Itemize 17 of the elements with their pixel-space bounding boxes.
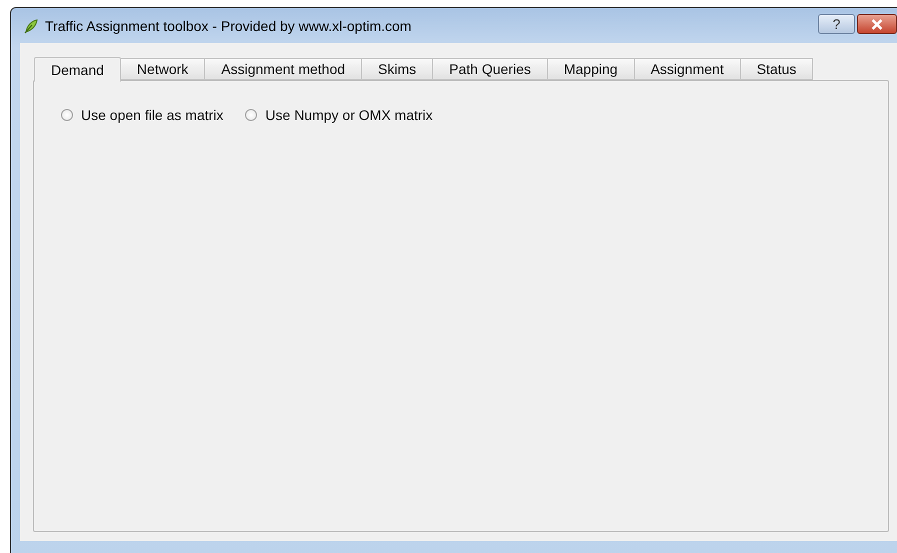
radio-button[interactable]	[61, 109, 73, 121]
tab[interactable]: Demand	[34, 57, 121, 82]
tab[interactable]: Path Queries	[433, 58, 548, 80]
radio-option[interactable]: Use Numpy or OMX matrix	[245, 107, 433, 123]
tab[interactable]: Network	[120, 58, 206, 80]
help-button[interactable]: ?	[818, 14, 855, 34]
tab[interactable]: Assignment method	[205, 58, 362, 80]
close-icon	[870, 18, 884, 30]
window-title: Traffic Assignment toolbox - Provided by www.xl-optim.com	[45, 18, 412, 34]
tab[interactable]: Mapping	[548, 58, 635, 80]
tab[interactable]: Skims	[362, 58, 434, 80]
tab[interactable]: Assignment	[634, 58, 741, 80]
radio-button[interactable]	[245, 109, 258, 121]
radio-option[interactable]: Use open file as matrix	[61, 107, 224, 123]
leaf-icon	[23, 18, 39, 34]
tab[interactable]: Status	[740, 58, 814, 80]
close-button[interactable]	[857, 14, 897, 34]
